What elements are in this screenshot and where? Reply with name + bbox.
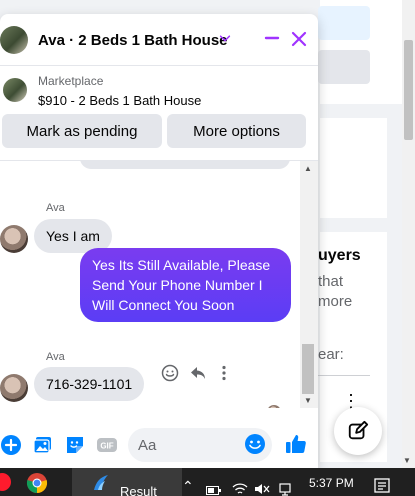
chat-title[interactable]: Ava · 2 Beds 1 Bath House <box>38 32 228 49</box>
chevron-up-icon[interactable]: ⌃ <box>182 478 194 495</box>
buyers-text-line: more <box>318 293 353 310</box>
emoji-react-icon[interactable] <box>161 364 179 382</box>
emoji-icon[interactable] <box>244 433 266 455</box>
scroll-down-arrow-icon[interactable]: ▼ <box>403 456 411 465</box>
background-highlight-bar <box>318 6 370 40</box>
chevron-down-icon[interactable] <box>218 31 232 45</box>
add-more-icon[interactable] <box>0 434 22 456</box>
wifi-icon[interactable] <box>232 482 248 496</box>
svg-text:GIF: GIF <box>100 442 113 451</box>
compose-icon <box>348 420 369 440</box>
chat-scrollbar-thumb[interactable] <box>302 344 314 394</box>
new-message-button[interactable] <box>334 407 382 455</box>
background-button-bar <box>318 50 370 84</box>
listing-avatar[interactable] <box>0 26 28 54</box>
photo-icon[interactable] <box>32 434 54 456</box>
chat-window: Ava · 2 Beds 1 Bath House Marketplace $9… <box>0 14 318 468</box>
sender-name: Ava <box>46 202 65 214</box>
marketplace-label: Marketplace <box>38 74 104 88</box>
avatar[interactable] <box>0 225 28 253</box>
buyers-heading: uyers <box>318 247 361 264</box>
scroll-up-arrow-icon[interactable]: ▲ <box>304 164 312 173</box>
buyers-text-line: that <box>318 273 344 290</box>
avatar[interactable] <box>0 374 28 402</box>
network-icon[interactable] <box>278 482 292 496</box>
volume-mute-icon[interactable] <box>254 482 270 496</box>
like-thumbs-up-icon[interactable] <box>284 432 308 456</box>
incoming-message-bubble[interactable]: 716-329-1101 <box>34 367 145 401</box>
message-composer: GIF <box>0 422 318 468</box>
battery-icon[interactable] <box>206 486 222 496</box>
windows-taskbar: Result ⌃ 5:37 PM <box>0 468 415 496</box>
message-actions <box>161 364 231 382</box>
app-logo-icon <box>94 475 108 490</box>
outgoing-message-bubble[interactable]: Yes Its Still Available, Please Send You… <box>80 248 291 322</box>
message-list: Ava Yes I am Yes Its Still Available, Pl… <box>0 161 300 408</box>
page-scrollbar-thumb[interactable] <box>404 40 413 140</box>
gif-icon[interactable]: GIF <box>96 434 118 456</box>
marketplace-listing-panel: Marketplace $910 - 2 Beds 1 Bath House M… <box>0 66 318 161</box>
mark-as-pending-button[interactable]: Mark as pending <box>2 114 162 148</box>
sender-name: Ava <box>46 351 65 363</box>
previous-message-bubble <box>80 161 290 169</box>
chrome-icon[interactable] <box>26 472 48 494</box>
opera-icon[interactable] <box>0 472 14 492</box>
sticker-icon[interactable] <box>64 434 86 456</box>
minimize-icon[interactable] <box>264 30 280 46</box>
taskbar-app-label[interactable]: Result <box>120 484 157 496</box>
clock-time[interactable]: 5:37 PM <box>309 476 354 490</box>
reply-icon[interactable] <box>189 364 207 382</box>
divider <box>318 375 370 376</box>
seen-indicator-avatar <box>267 405 281 408</box>
buyers-text-line: ear: <box>318 346 344 363</box>
close-icon[interactable] <box>290 30 308 48</box>
scroll-down-arrow-icon[interactable]: ▼ <box>304 396 312 405</box>
chat-header[interactable]: Ava · 2 Beds 1 Bath House <box>0 14 318 66</box>
more-vertical-icon[interactable] <box>217 364 231 382</box>
notification-center-icon[interactable] <box>374 478 390 494</box>
listing-title[interactable]: $910 - 2 Beds 1 Bath House <box>38 93 201 108</box>
more-options-button[interactable]: More options <box>167 114 306 148</box>
listing-thumbnail[interactable] <box>3 78 27 102</box>
background-card <box>320 118 387 218</box>
